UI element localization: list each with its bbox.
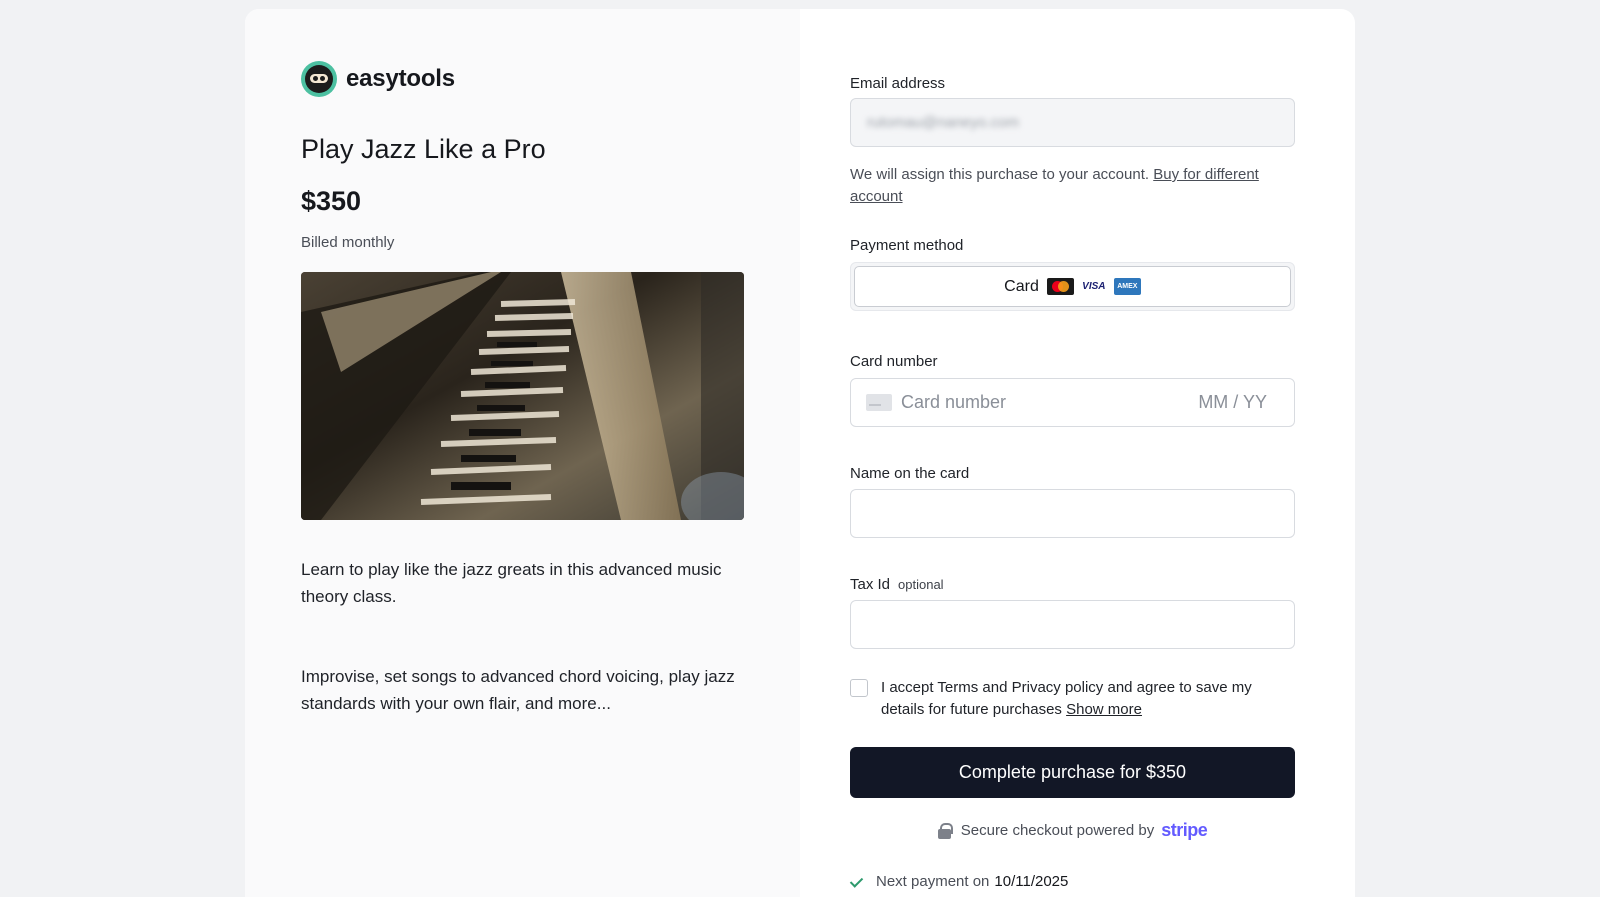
optional-badge: optional — [898, 577, 944, 592]
complete-purchase-button[interactable]: Complete purchase for $350 — [850, 747, 1295, 798]
secure-text: Secure checkout powered by — [960, 822, 1155, 839]
product-image — [301, 272, 744, 520]
mastercard-icon — [1046, 278, 1074, 295]
consent-row: I accept Terms and Privacy policy and ag… — [850, 677, 1291, 721]
secure-checkout-note: Secure checkout powered by stripe — [800, 820, 1345, 841]
checkout-card: easytools Play Jazz Like a Pro $350 Bill… — [245, 9, 1355, 897]
check-icon — [850, 875, 864, 889]
visa-icon: VISA — [1082, 281, 1106, 292]
payment-method-label: Payment method — [850, 237, 964, 254]
email-label: Email address — [850, 75, 946, 92]
show-more-link[interactable]: Show more — [1066, 701, 1142, 718]
email-field[interactable]: rutomau@naneyo.com — [850, 98, 1295, 147]
assign-note: We will assign this purchase to your acc… — [850, 164, 1280, 208]
name-on-card-field[interactable] — [850, 489, 1295, 538]
card-number-field[interactable]: Card number MM / YY — [850, 378, 1295, 427]
product-description: Learn to play like the jazz greats in th… — [301, 560, 722, 606]
next-payment: Next payment on 10/11/2025 — [850, 873, 1068, 890]
logo-icon — [301, 61, 337, 97]
tax-id-field[interactable] — [850, 600, 1295, 649]
payment-method-selector: Card VISA AMEX — [850, 262, 1295, 311]
tax-id-label: Tax Id optional — [850, 576, 944, 593]
card-number-label: Card number — [850, 353, 938, 370]
product-price: $350 — [301, 186, 362, 216]
billing-period: Billed monthly — [301, 234, 395, 251]
product-title: Play Jazz Like a Pro — [301, 134, 546, 164]
product-description-extra: Improvise, set songs to advanced chord v… — [301, 667, 735, 713]
consent-checkbox[interactable] — [850, 679, 868, 697]
assign-note-text: We will assign this purchase to your acc… — [850, 166, 1150, 183]
expiry-placeholder[interactable]: MM / YY — [1198, 392, 1267, 413]
product-panel: easytools Play Jazz Like a Pro $350 Bill… — [245, 9, 800, 897]
payment-tab-label: Card — [1004, 277, 1039, 295]
name-on-card-label: Name on the card — [850, 465, 970, 482]
lock-icon — [937, 822, 953, 839]
amex-icon: AMEX — [1113, 278, 1141, 295]
credit-card-icon — [866, 394, 892, 411]
payment-tab-card[interactable]: Card VISA AMEX — [854, 266, 1291, 307]
email-value: rutomau@naneyo.com — [867, 114, 1019, 131]
brand: easytools — [301, 61, 455, 97]
next-payment-label: Next payment on — [876, 873, 990, 890]
tax-id-label-text: Tax Id — [850, 576, 891, 593]
stripe-logo: stripe — [1161, 820, 1208, 840]
card-number-placeholder: Card number — [901, 392, 1007, 412]
checkout-form: Email address rutomau@naneyo.com We will… — [800, 9, 1355, 897]
next-payment-date: 10/11/2025 — [994, 873, 1069, 890]
consent-text: I accept Terms and Privacy policy and ag… — [881, 677, 1291, 721]
brand-name: easytools — [346, 65, 455, 92]
